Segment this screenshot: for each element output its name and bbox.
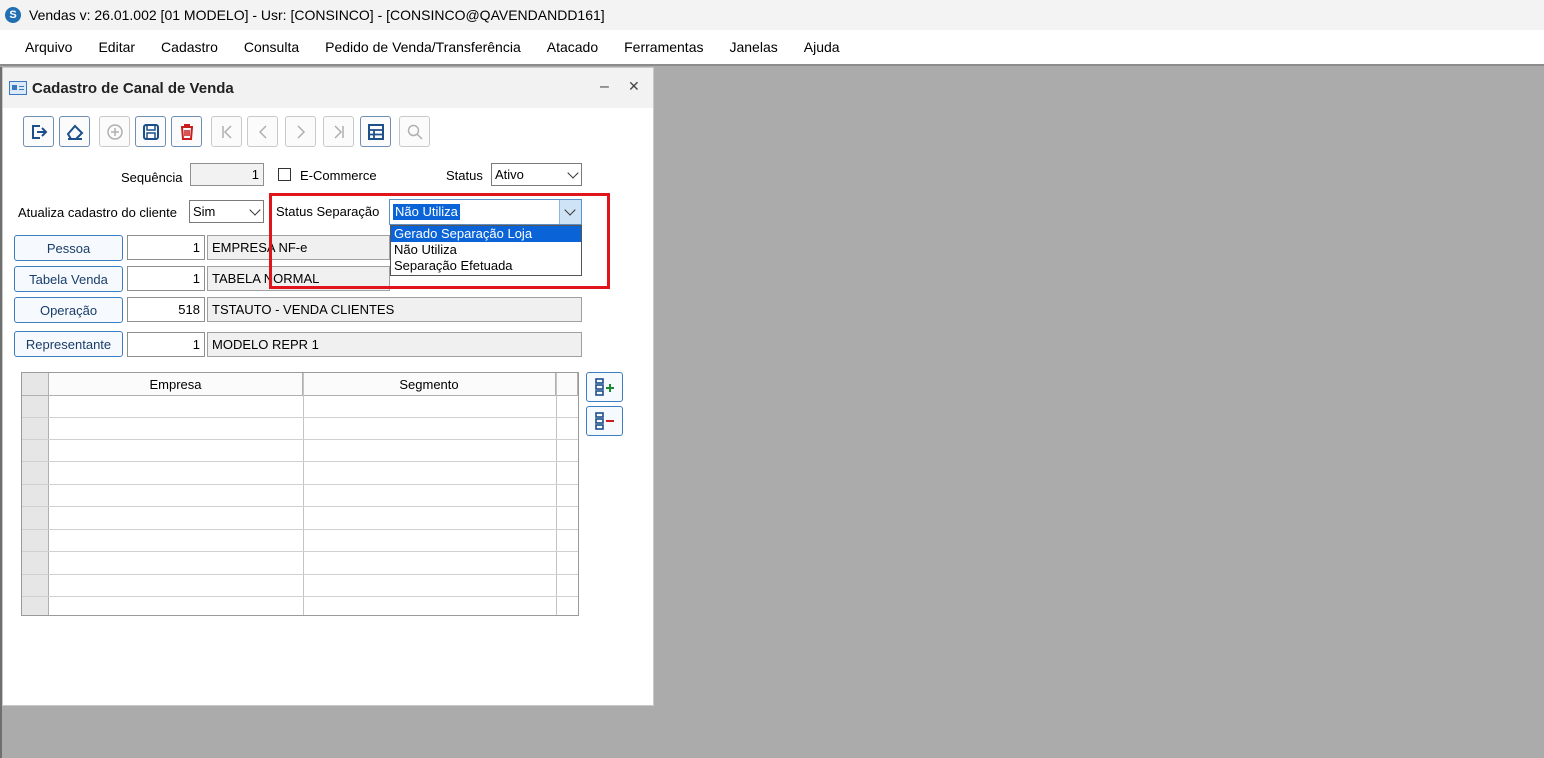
delete-button[interactable] <box>171 116 202 147</box>
grid-corner <box>22 373 49 396</box>
status-separacao-label: Status Separação <box>276 204 380 219</box>
table-row[interactable] <box>22 575 578 597</box>
dropdown-option-separacao-efetuada[interactable]: Separação Efetuada <box>391 258 581 274</box>
clear-button[interactable] <box>59 116 90 147</box>
eraser-icon <box>66 124 83 140</box>
app-logo-icon: S <box>5 7 21 23</box>
menu-ferramentas[interactable]: Ferramentas <box>611 39 716 55</box>
tabela-venda-button[interactable]: Tabela Venda <box>14 266 123 292</box>
status-label: Status <box>446 168 483 183</box>
chevron-down-icon <box>564 204 576 216</box>
dropdown-button[interactable] <box>559 200 581 224</box>
close-button[interactable]: ✕ <box>628 78 640 95</box>
status-separacao-value: Não Utiliza <box>393 204 460 220</box>
last-record-icon <box>333 124 344 139</box>
search-button[interactable] <box>399 116 430 147</box>
menu-atacado[interactable]: Atacado <box>534 39 611 55</box>
menu-consulta[interactable]: Consulta <box>231 39 312 55</box>
chevron-down-icon <box>567 167 579 179</box>
operacao-description: TSTAUTO - VENDA CLIENTES <box>207 297 582 322</box>
ecommerce-checkbox[interactable] <box>278 168 291 181</box>
add-button[interactable] <box>99 116 130 147</box>
dropdown-option-nao-utiliza[interactable]: Não Utiliza <box>391 242 581 258</box>
save-button[interactable] <box>135 116 166 147</box>
empresa-segmento-grid[interactable]: Empresa Segmento <box>21 372 579 616</box>
atualiza-cadastro-select[interactable]: Sim <box>189 200 264 223</box>
pessoa-button[interactable]: Pessoa <box>14 235 123 261</box>
menu-bar: Arquivo Editar Cadastro Consulta Pedido … <box>0 30 1544 66</box>
minimize-button[interactable]: – <box>600 78 609 96</box>
table-row[interactable] <box>22 553 578 575</box>
grid-icon <box>367 123 384 140</box>
add-row-icon <box>594 378 614 396</box>
form-icon <box>9 81 27 95</box>
pessoa-code-field[interactable]: 1 <box>127 235 205 260</box>
add-row-button[interactable] <box>586 372 623 402</box>
representante-description: MODELO REPR 1 <box>207 332 582 357</box>
table-row[interactable] <box>22 508 578 530</box>
app-titlebar: S Vendas v: 26.01.002 [01 MODELO] - Usr:… <box>0 0 1544 30</box>
save-icon <box>142 123 159 140</box>
previous-record-icon <box>258 124 267 139</box>
window-title: Cadastro de Canal de Venda <box>32 79 234 97</box>
exit-icon <box>31 124 47 139</box>
chevron-down-icon <box>249 204 261 216</box>
grid-view-button[interactable] <box>360 116 391 147</box>
representante-code-field[interactable]: 1 <box>127 332 205 357</box>
operacao-code-field[interactable]: 518 <box>127 297 205 322</box>
operacao-button[interactable]: Operação <box>14 297 123 323</box>
sequencia-label: Sequência <box>121 170 183 185</box>
menu-arquivo[interactable]: Arquivo <box>12 39 85 55</box>
menu-janelas[interactable]: Janelas <box>716 39 790 55</box>
delete-icon <box>180 123 193 140</box>
window-header[interactable]: Cadastro de Canal de Venda – ✕ <box>3 68 653 108</box>
representante-button[interactable]: Representante <box>14 331 123 357</box>
table-row[interactable] <box>22 440 578 462</box>
ecommerce-label: E-Commerce <box>300 168 377 183</box>
column-header-extra <box>556 373 578 396</box>
atualiza-cadastro-label: Atualiza cadastro do cliente <box>18 205 177 220</box>
status-select[interactable]: Ativo <box>491 163 582 186</box>
remove-row-button[interactable] <box>586 406 623 436</box>
table-row[interactable] <box>22 530 578 552</box>
status-value: Ativo <box>495 167 524 182</box>
table-row[interactable] <box>22 463 578 485</box>
table-row[interactable] <box>22 485 578 507</box>
status-separacao-select[interactable]: Não Utiliza <box>389 199 582 225</box>
pessoa-description: EMPRESA NF-e <box>207 235 390 260</box>
menu-pedido-venda[interactable]: Pedido de Venda/Transferência <box>312 39 534 55</box>
next-record-icon <box>296 124 305 139</box>
search-icon <box>407 124 423 140</box>
menu-editar[interactable]: Editar <box>85 39 148 55</box>
column-header-empresa[interactable]: Empresa <box>49 373 303 396</box>
first-record-button[interactable] <box>211 116 242 147</box>
next-record-button[interactable] <box>285 116 316 147</box>
menu-ajuda[interactable]: Ajuda <box>791 39 853 55</box>
menu-cadastro[interactable]: Cadastro <box>148 39 231 55</box>
app-title: Vendas v: 26.01.002 [01 MODELO] - Usr: [… <box>29 7 605 23</box>
add-icon <box>106 123 123 140</box>
remove-row-icon <box>594 412 614 430</box>
status-separacao-dropdown: Gerado Separação Loja Não Utiliza Separa… <box>390 225 582 276</box>
dropdown-option-gerado-separacao-loja[interactable]: Gerado Separação Loja <box>391 226 581 242</box>
column-header-segmento[interactable]: Segmento <box>303 373 556 396</box>
exit-button[interactable] <box>23 116 54 147</box>
sequencia-field[interactable]: 1 <box>190 163 264 186</box>
atualiza-cadastro-value: Sim <box>193 204 216 219</box>
tabela-venda-code-field[interactable]: 1 <box>127 266 205 291</box>
tabela-venda-description: TABELA NORMAL <box>207 266 390 291</box>
first-record-icon <box>221 124 232 139</box>
table-row[interactable] <box>22 396 578 418</box>
table-row[interactable] <box>22 418 578 440</box>
last-record-button[interactable] <box>323 116 354 147</box>
previous-record-button[interactable] <box>247 116 278 147</box>
